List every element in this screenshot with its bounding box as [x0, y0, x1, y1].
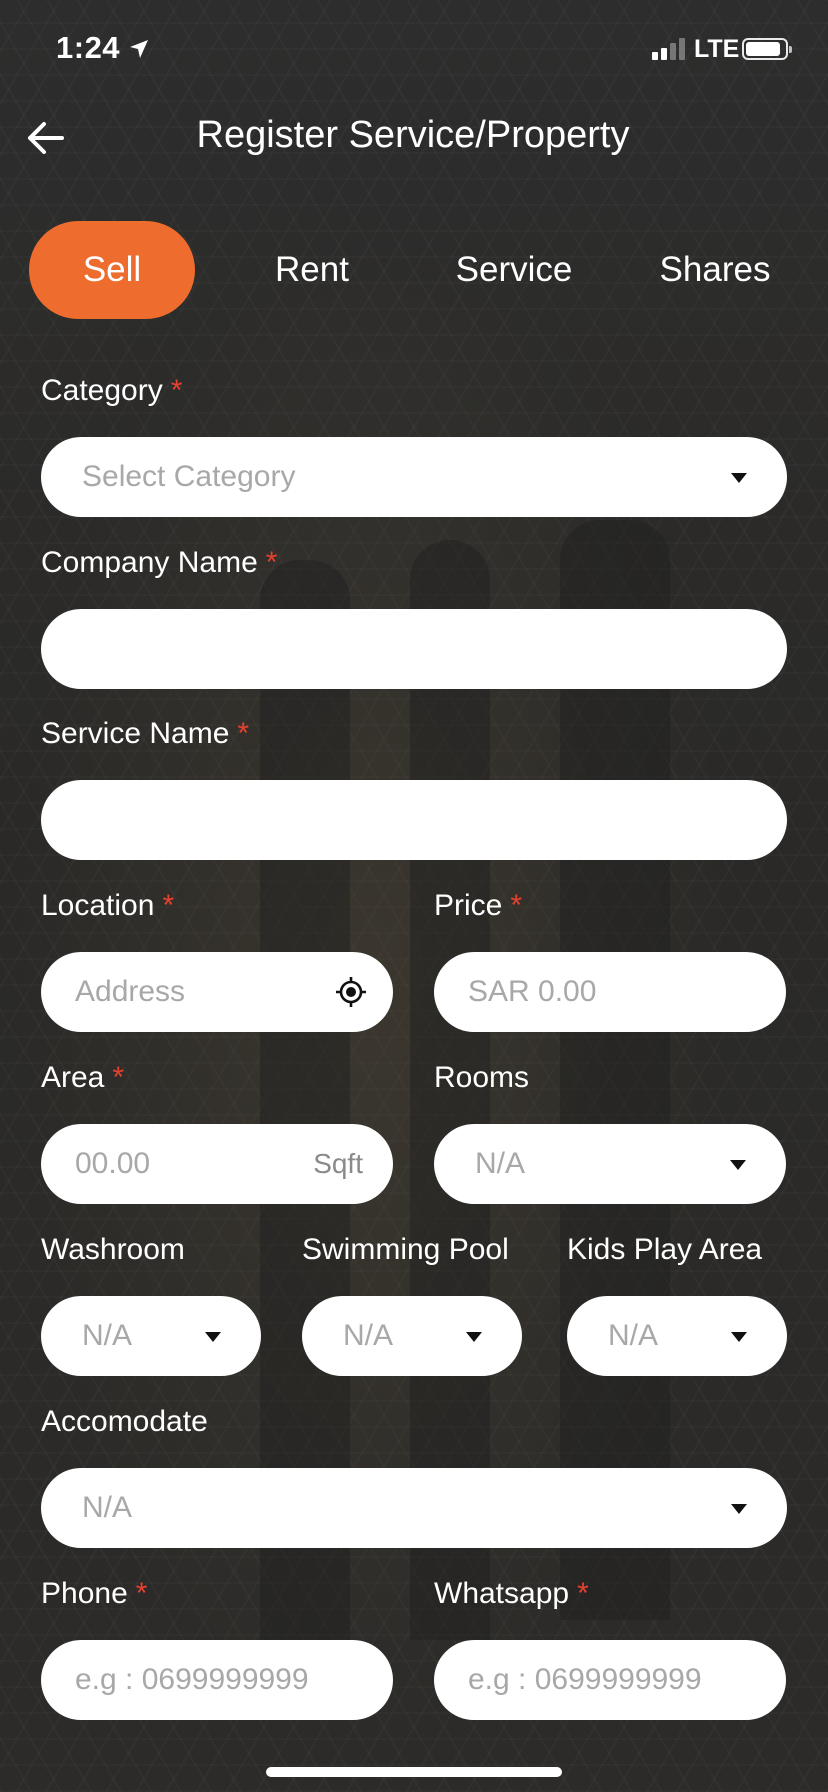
- price-label-text: Price: [434, 889, 503, 922]
- chevron-down-icon: [731, 1504, 747, 1514]
- page-title-text: Register Service/Property: [196, 114, 630, 156]
- rooms-label-text: Rooms: [434, 1061, 530, 1094]
- phone-label-text: Phone: [41, 1577, 128, 1610]
- area-input[interactable]: 00.00 Sqft: [41, 1124, 393, 1204]
- page-title: Register Service/Property: [0, 114, 828, 157]
- washroom-value: N/A: [82, 1319, 133, 1352]
- tab-service[interactable]: Service: [446, 221, 582, 319]
- location-input[interactable]: Address: [41, 952, 393, 1032]
- accomodate-label: Accomodate: [41, 1405, 208, 1439]
- status-time: 1:24: [56, 30, 121, 65]
- required-marker: *: [265, 546, 278, 579]
- company-name-input[interactable]: [41, 609, 787, 689]
- signal-icon: [652, 38, 685, 60]
- home-indicator[interactable]: [266, 1767, 562, 1777]
- required-marker: *: [112, 1061, 125, 1094]
- chevron-down-icon: [205, 1332, 221, 1342]
- chevron-down-icon: [466, 1332, 482, 1342]
- required-marker: *: [162, 889, 175, 922]
- price-input[interactable]: SAR 0.00: [434, 952, 786, 1032]
- whatsapp-label: Whatsapp *: [434, 1577, 589, 1611]
- tab-sell[interactable]: Sell: [29, 221, 195, 319]
- swimming-pool-label: Swimming Pool: [302, 1233, 509, 1267]
- washroom-select[interactable]: N/A: [41, 1296, 261, 1376]
- kids-play-area-select[interactable]: N/A: [567, 1296, 787, 1376]
- location-placeholder: Address: [75, 975, 186, 1008]
- tab-shares[interactable]: Shares: [648, 221, 782, 319]
- category-label-text: Category: [41, 374, 163, 407]
- chevron-down-icon: [731, 1332, 747, 1342]
- area-placeholder: 00.00: [75, 1147, 151, 1180]
- swimming-pool-label-text: Swimming Pool: [302, 1233, 509, 1266]
- chevron-down-icon: [731, 473, 747, 483]
- service-name-input[interactable]: [41, 780, 787, 860]
- location-label-text: Location: [41, 889, 155, 922]
- whatsapp-placeholder: e.g : 0699999999: [468, 1663, 702, 1696]
- washroom-label: Washroom: [41, 1233, 185, 1267]
- category-placeholder: Select Category: [82, 460, 296, 493]
- accomodate-select[interactable]: N/A: [41, 1468, 787, 1548]
- area-unit: Sqft: [313, 1148, 363, 1179]
- location-label: Location *: [41, 889, 174, 923]
- required-marker: *: [237, 717, 250, 750]
- swimming-pool-value: N/A: [343, 1319, 394, 1352]
- chevron-down-icon: [730, 1160, 746, 1170]
- required-marker: *: [170, 374, 183, 407]
- area-label-text: Area: [41, 1061, 105, 1094]
- price-label: Price *: [434, 889, 522, 923]
- kids-play-area-label: Kids Play Area: [567, 1233, 762, 1267]
- accomodate-label-text: Accomodate: [41, 1405, 208, 1438]
- required-marker: *: [577, 1577, 589, 1610]
- category-select[interactable]: Select Category: [41, 437, 787, 517]
- network-type: LTE: [694, 35, 740, 63]
- washroom-label-text: Washroom: [41, 1233, 185, 1266]
- swimming-pool-select[interactable]: N/A: [302, 1296, 522, 1376]
- register-screen: 1:24 LTE Register Service/Property Sell …: [0, 0, 828, 1792]
- service-name-label: Service Name *: [41, 717, 249, 751]
- required-marker: *: [135, 1577, 148, 1610]
- required-marker: *: [510, 889, 523, 922]
- gps-target-icon[interactable]: [335, 976, 367, 1008]
- company-name-label: Company Name *: [41, 546, 277, 580]
- phone-label: Phone *: [41, 1577, 147, 1611]
- phone-input[interactable]: e.g : 0699999999: [41, 1640, 393, 1720]
- tab-rent[interactable]: Rent: [246, 221, 378, 319]
- category-label: Category *: [41, 374, 182, 408]
- whatsapp-label-text: Whatsapp: [434, 1577, 570, 1610]
- rooms-value: N/A: [475, 1147, 526, 1180]
- kids-play-area-label-text: Kids Play Area: [567, 1233, 763, 1266]
- service-name-label-text: Service Name: [41, 717, 230, 750]
- battery-icon: [742, 38, 792, 60]
- kids-play-area-value: N/A: [608, 1319, 659, 1352]
- price-placeholder: SAR 0.00: [468, 975, 597, 1008]
- company-name-label-text: Company Name: [41, 546, 258, 579]
- accomodate-value: N/A: [82, 1491, 133, 1524]
- rooms-label: Rooms: [434, 1061, 529, 1095]
- whatsapp-input[interactable]: e.g : 0699999999: [434, 1640, 786, 1720]
- phone-placeholder: e.g : 0699999999: [75, 1663, 309, 1696]
- rooms-select[interactable]: N/A: [434, 1124, 786, 1204]
- status-bar: 1:24 LTE: [0, 0, 828, 100]
- area-label: Area *: [41, 1061, 124, 1095]
- location-arrow-icon: [130, 40, 148, 58]
